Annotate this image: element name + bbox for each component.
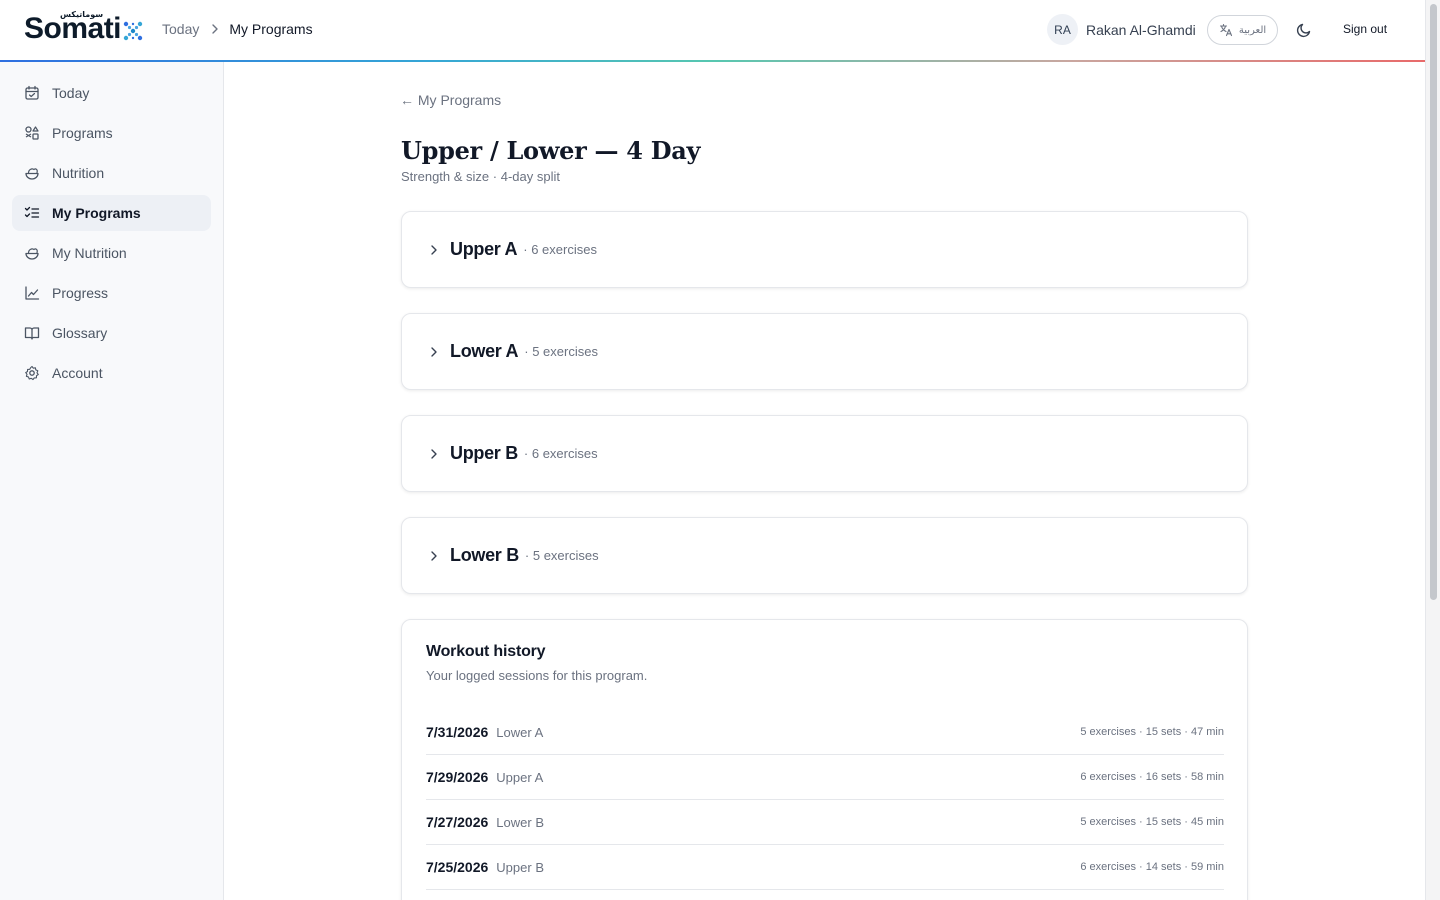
chevron-right-icon <box>431 244 437 255</box>
sidebar: Today Programs Nutrition My Programs My … <box>0 62 224 900</box>
calendar-icon <box>25 85 39 100</box>
line-chart-icon <box>25 286 40 300</box>
chevron-right-icon <box>431 346 437 357</box>
sign-out-button[interactable]: Sign out <box>1343 22 1387 36</box>
workout-history-subtitle: Your logged sessions for this program. <box>426 668 648 683</box>
top-header: سوماتيكس Somati Today My Programs RA Rak… <box>0 0 1425 60</box>
shapes-icon <box>25 126 39 140</box>
chevron-right-icon <box>431 448 437 459</box>
workout-day-name: Upper B <box>450 443 518 463</box>
page-scrollbar[interactable] <box>1425 0 1440 900</box>
history-date: 7/31/2026 <box>426 724 489 740</box>
sidebar-item-today[interactable]: Today <box>12 75 211 111</box>
history-day: Upper A <box>496 769 544 785</box>
language-toggle-button[interactable]: العربية <box>1207 15 1278 45</box>
moon-icon[interactable] <box>1295 21 1313 39</box>
workout-history-card: Workout history Your logged sessions for… <box>401 619 1248 900</box>
sidebar-item-label: Programs <box>52 125 113 141</box>
history-day: Upper B <box>496 859 544 875</box>
workout-day-count: · 6 exercises <box>523 242 597 257</box>
book-icon <box>24 327 40 340</box>
sidebar-item-account[interactable]: Account <box>12 355 211 391</box>
sidebar-item-label: Progress <box>52 285 109 301</box>
sidebar-item-my-programs[interactable]: My Programs <box>12 195 211 231</box>
salad-icon <box>25 168 39 180</box>
breadcrumb: Today My Programs <box>162 21 313 37</box>
history-row[interactable]: 7/25/2026 Upper B 6 exercises · 14 sets … <box>426 845 1224 890</box>
avatar: RA <box>1047 14 1078 45</box>
sidebar-item-label: Glossary <box>52 325 108 341</box>
sidebar-item-label: My Programs <box>52 205 141 221</box>
history-date: 7/29/2026 <box>426 769 489 785</box>
history-row[interactable]: 7/29/2026 Upper A 6 exercises · 16 sets … <box>426 755 1224 800</box>
breadcrumb-current: My Programs <box>229 21 313 37</box>
chevron-right-icon <box>431 550 437 561</box>
workout-day-count: · 5 exercises <box>524 548 599 563</box>
history-meta: 6 exercises · 14 sets · 59 min <box>1080 861 1224 873</box>
sidebar-item-glossary[interactable]: Glossary <box>12 315 211 351</box>
workout-history-title: Workout history <box>426 643 546 660</box>
page-subtitle: Strength & size · 4-day split <box>401 169 560 184</box>
sidebar-item-label: Account <box>52 365 103 381</box>
sidebar-item-label: Nutrition <box>52 165 105 181</box>
user-menu[interactable]: RA Rakan Al-Ghamdi <box>1047 14 1196 45</box>
history-day: Lower A <box>496 724 544 740</box>
workout-day-count: · 5 exercises <box>524 344 598 359</box>
history-date: 7/25/2026 <box>426 859 489 875</box>
logo-x-mark-icon <box>123 21 143 41</box>
salad-icon <box>25 248 39 260</box>
sidebar-item-my-nutrition[interactable]: My Nutrition <box>12 235 211 271</box>
workout-day-card-lower-a[interactable]: Lower A · 5 exercises <box>401 313 1248 390</box>
workout-day-name: Upper A <box>450 239 518 259</box>
logo[interactable]: سوماتيكس Somati <box>24 10 144 44</box>
language-label: العربية <box>1238 24 1267 36</box>
logo-arabic-text: سوماتيكس <box>60 10 104 19</box>
page-title: Upper / Lower — 4 Day <box>401 136 701 165</box>
gear-icon <box>25 365 39 381</box>
sidebar-item-progress[interactable]: Progress <box>12 275 211 311</box>
sidebar-item-label: My Nutrition <box>52 245 127 261</box>
sidebar-item-nutrition[interactable]: Nutrition <box>12 155 211 191</box>
history-row[interactable]: 7/27/2026 Lower B 5 exercises · 15 sets … <box>426 800 1224 845</box>
user-name: Rakan Al-Ghamdi <box>1086 21 1196 38</box>
workout-day-name: Lower B <box>450 545 519 565</box>
sidebar-item-label: Today <box>52 85 90 101</box>
history-meta: 5 exercises · 15 sets · 47 min <box>1080 726 1224 738</box>
chevron-right-icon <box>212 24 219 34</box>
workout-day-count: · 6 exercises <box>523 446 598 461</box>
workout-day-card-upper-a[interactable]: Upper A · 6 exercises <box>401 211 1248 288</box>
workout-day-card-lower-b[interactable]: Lower B · 5 exercises <box>401 517 1248 594</box>
workout-day-card-upper-b[interactable]: Upper B · 6 exercises <box>401 415 1248 492</box>
translate-icon <box>1219 23 1232 37</box>
history-meta: 5 exercises · 15 sets · 45 min <box>1080 816 1224 828</box>
scrollbar-thumb[interactable] <box>1430 4 1437 600</box>
back-to-my-programs-link[interactable]: ← My Programs <box>400 92 501 108</box>
history-day: Lower B <box>496 814 544 830</box>
history-meta: 6 exercises · 16 sets · 58 min <box>1080 771 1224 783</box>
history-date: 7/27/2026 <box>426 814 489 830</box>
history-row[interactable]: 7/31/2026 Lower A 5 exercises · 15 sets … <box>426 710 1224 755</box>
sidebar-item-programs[interactable]: Programs <box>12 115 211 151</box>
list-checks-icon <box>24 206 40 218</box>
breadcrumb-today-link[interactable]: Today <box>162 21 199 37</box>
workout-day-name: Lower A <box>450 341 519 361</box>
